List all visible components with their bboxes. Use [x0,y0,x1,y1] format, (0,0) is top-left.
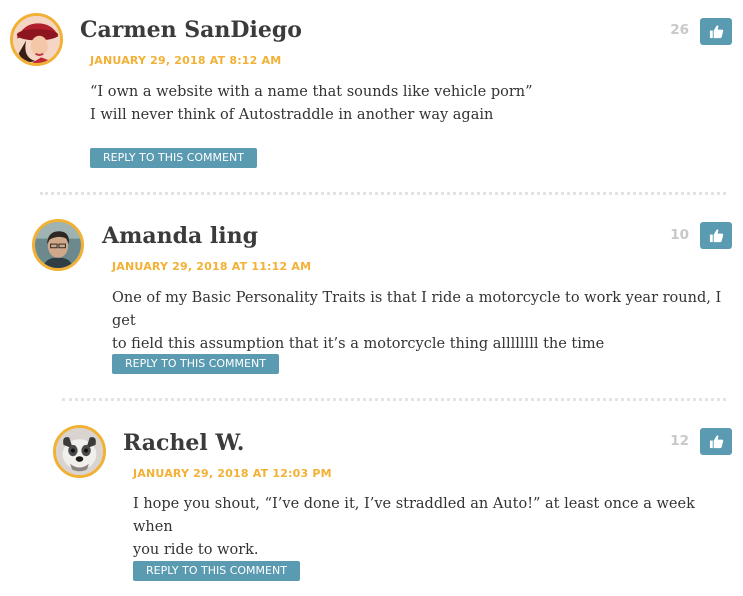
comment-author[interactable]: Rachel W. [123,430,244,456]
comment-body: One of my Basic Personality Traits is th… [112,287,737,356]
comments-page: { "colors": { "accent": "#5b9bb2", "date… [0,0,743,596]
avatar[interactable] [10,13,63,66]
reply-button[interactable]: REPLY TO THIS COMMENT [133,561,300,581]
like-count: 26 [670,22,689,38]
avatar[interactable] [53,425,106,478]
comment-date[interactable]: JANUARY 29, 2018 AT 8:12 AM [90,54,281,67]
avatar[interactable] [32,219,84,271]
reply-button[interactable]: REPLY TO THIS COMMENT [90,148,257,168]
comment-date[interactable]: JANUARY 29, 2018 AT 11:12 AM [112,260,311,273]
comment-line: I hope you shout, “I’ve done it, I’ve st… [133,496,695,535]
comment-divider [62,398,726,401]
comment-line: you ride to work. [133,542,259,558]
thumbs-up-icon [709,25,723,39]
comment-body: “I own a website with a name that sounds… [90,81,720,127]
comment-date[interactable]: JANUARY 29, 2018 AT 12:03 PM [133,467,332,480]
like-count: 12 [670,433,689,449]
reply-button[interactable]: REPLY TO THIS COMMENT [112,354,279,374]
comment-line: One of my Basic Personality Traits is th… [112,290,722,329]
comment-line: I will never think of Autostraddle in an… [90,107,494,123]
like-button[interactable] [700,18,732,45]
thumbs-up-icon [709,435,723,449]
like-button[interactable] [700,222,732,249]
comment-line: “I own a website with a name that sounds… [90,84,533,100]
comment-line: to field this assumption that it’s a mot… [112,336,605,352]
thumbs-up-icon [709,229,723,243]
like-button[interactable] [700,428,732,455]
comment-author[interactable]: Amanda ling [102,223,258,249]
comment-author[interactable]: Carmen SanDiego [80,17,302,43]
like-count: 10 [670,227,689,243]
comment-divider [40,192,726,195]
comment-body: I hope you shout, “I’ve done it, I’ve st… [133,493,735,562]
